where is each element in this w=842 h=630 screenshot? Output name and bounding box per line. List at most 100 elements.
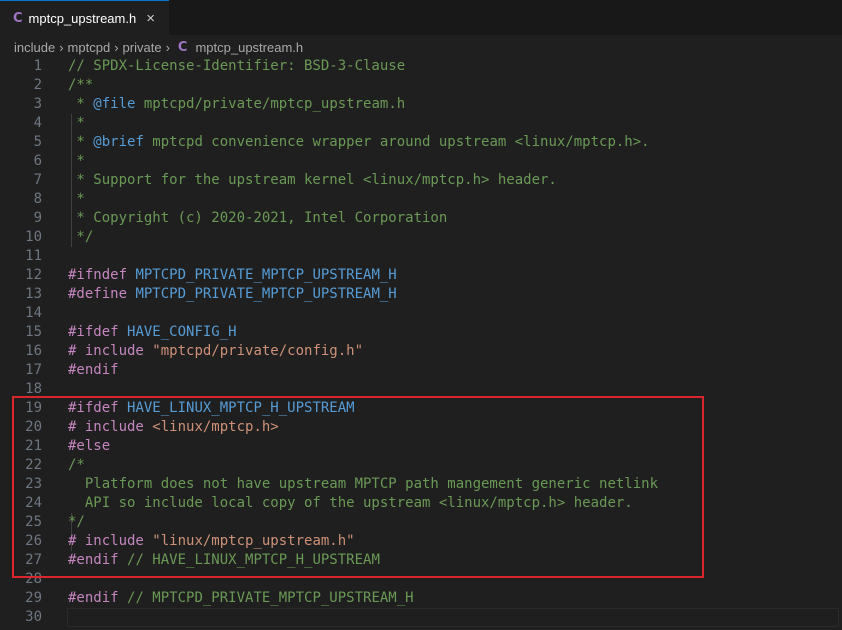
code-text: * @file mptcpd/private/mptcp_upstream.h (68, 95, 405, 114)
line-number: 16 (25, 343, 42, 359)
code-token: #ifndef (68, 267, 136, 283)
code-token: * (68, 115, 85, 131)
breadcrumb-mptcpd[interactable]: mptcpd (68, 40, 111, 55)
code-token: "linux/mptcp_upstream.h" (152, 533, 355, 549)
line-number: 11 (25, 248, 42, 264)
code-token: /** (68, 77, 94, 93)
line-number: 23 (25, 476, 42, 492)
c-language-icon: C (13, 10, 23, 26)
code-text: * Support for the upstream kernel <linux… (68, 171, 556, 190)
code-token: * (68, 96, 94, 112)
line-number: 3 (33, 96, 42, 112)
line-number: 17 (25, 362, 42, 378)
chevron-right-icon: › (114, 39, 119, 55)
code-line[interactable]: 27 #endif // HAVE_LINUX_MPTCP_H_UPSTREAM (0, 551, 842, 570)
code-text: * @brief mptcpd convenience wrapper arou… (68, 133, 650, 152)
line-number: 5 (33, 134, 42, 150)
code-line[interactable]: 29 #endif // MPTCPD_PRIVATE_MPTCP_UPSTREA… (0, 589, 842, 608)
code-line[interactable]: 5 * @brief mptcpd convenience wrapper ar… (0, 133, 842, 152)
code-token: mptcpd convenience wrapper around upstre… (143, 134, 650, 150)
code-token: #ifdef (68, 400, 128, 416)
code-line[interactable]: 15 #ifdef HAVE_CONFIG_H (0, 323, 842, 342)
code-line[interactable]: 7 * Support for the upstream kernel <lin… (0, 171, 842, 190)
line-number: 7 (33, 172, 42, 188)
code-text: */ (68, 228, 93, 247)
code-editor[interactable]: 1 // SPDX-License-Identifier: BSD-3-Claus… (0, 57, 842, 627)
code-text: * (68, 114, 85, 133)
tab-mptcp-upstream-h[interactable]: C mptcp_upstream.h × (0, 0, 169, 35)
line-number: 14 (25, 305, 42, 321)
code-text: * (68, 190, 84, 209)
code-token: #ifdef (68, 324, 128, 340)
line-number: 25 (25, 514, 42, 530)
code-text: # include "mptcpd/private/config.h" (68, 342, 363, 361)
line-number: 12 (25, 267, 42, 283)
code-line[interactable]: 13 #define MPTCPD_PRIVATE_MPTCP_UPSTREAM_… (0, 285, 842, 304)
code-line[interactable]: 24 API so include local copy of the upst… (0, 494, 842, 513)
code-token: #endif (68, 590, 128, 606)
code-text: #ifdef HAVE_LINUX_MPTCP_H_UPSTREAM (68, 399, 355, 418)
tab-bar: C mptcp_upstream.h × (0, 0, 842, 35)
code-line[interactable]: 18 (0, 380, 842, 399)
line-number: 9 (33, 210, 42, 226)
code-line[interactable]: 9 * Copyright (c) 2020-2021, Intel Corpo… (0, 209, 842, 228)
line-number: 20 (25, 419, 42, 435)
code-line[interactable]: 16 # include "mptcpd/private/config.h" (0, 342, 842, 361)
code-token: #else (68, 438, 111, 454)
code-line[interactable]: 3 * @file mptcpd/private/mptcp_upstream.… (0, 95, 842, 114)
line-number: 4 (33, 115, 42, 131)
code-token: <linux/mptcp.h> (152, 419, 279, 435)
code-token: // HAVE_LINUX_MPTCP_H_UPSTREAM (127, 552, 380, 568)
code-line[interactable]: 1 // SPDX-License-Identifier: BSD-3-Claus… (0, 57, 842, 76)
code-text: API so include local copy of the upstrea… (68, 494, 633, 513)
code-line[interactable]: 30 (0, 608, 842, 627)
code-line[interactable]: 23 Platform does not have upstream MPTCP… (0, 475, 842, 494)
code-line[interactable]: 10 */ (0, 228, 842, 247)
code-line[interactable]: 4 * (0, 114, 842, 133)
code-text: * Copyright (c) 2020-2021, Intel Corpora… (68, 209, 447, 228)
code-token: @brief (93, 134, 144, 150)
line-number: 13 (25, 286, 42, 302)
code-token: mptcpd/private/mptcp_upstream.h (135, 96, 406, 112)
line-number: 27 (25, 552, 42, 568)
code-token: */ (68, 229, 94, 245)
code-line[interactable]: 21 #else (0, 437, 842, 456)
line-number: 18 (25, 381, 42, 397)
code-line[interactable]: 26 # include "linux/mptcp_upstream.h" (0, 532, 842, 551)
chevron-right-icon: › (59, 39, 64, 55)
code-token: MPTCPD_PRIVATE_MPTCP_UPSTREAM_H (135, 267, 397, 283)
code-token: # include (68, 419, 153, 435)
code-token: // SPDX-License-Identifier: BSD-3-Clause (68, 58, 406, 74)
code-line[interactable]: 6 * (0, 152, 842, 171)
code-line[interactable]: 12 #ifndef MPTCPD_PRIVATE_MPTCP_UPSTREAM_… (0, 266, 842, 285)
code-token: * (68, 134, 94, 150)
code-line[interactable]: 8 * (0, 190, 842, 209)
code-text: Platform does not have upstream MPTCP pa… (68, 475, 658, 494)
code-line[interactable]: 28 (0, 570, 842, 589)
code-token: Platform does not have upstream MPTCP pa… (68, 476, 659, 492)
code-line[interactable]: 14 (0, 304, 842, 323)
close-icon[interactable]: × (146, 10, 155, 27)
breadcrumb-file[interactable]: mptcp_upstream.h (195, 40, 303, 55)
code-token: #endif (68, 362, 119, 378)
code-token: HAVE_CONFIG_H (127, 324, 237, 340)
code-line[interactable]: 19 #ifdef HAVE_LINUX_MPTCP_H_UPSTREAM (0, 399, 842, 418)
code-token: # include (68, 533, 153, 549)
code-token: "mptcpd/private/config.h" (152, 343, 364, 359)
line-number: 6 (33, 153, 42, 169)
code-text: */ (68, 513, 85, 532)
code-text: #ifdef HAVE_CONFIG_H (68, 323, 237, 342)
code-line[interactable]: 17 #endif (0, 361, 842, 380)
code-line[interactable]: 11 (0, 247, 842, 266)
code-line[interactable]: 20 # include <linux/mptcp.h> (0, 418, 842, 437)
code-line[interactable]: 22 /* (0, 456, 842, 475)
chevron-right-icon: › (165, 39, 170, 55)
code-line[interactable]: 2 /** (0, 76, 842, 95)
code-token: // MPTCPD_PRIVATE_MPTCP_UPSTREAM_H (127, 590, 414, 606)
breadcrumb-include[interactable]: include (14, 40, 55, 55)
code-text: #ifndef MPTCPD_PRIVATE_MPTCP_UPSTREAM_H (68, 266, 397, 285)
line-number: 15 (25, 324, 42, 340)
line-number: 26 (25, 533, 42, 549)
breadcrumb-private[interactable]: private (123, 40, 162, 55)
code-line[interactable]: 25 */ (0, 513, 842, 532)
